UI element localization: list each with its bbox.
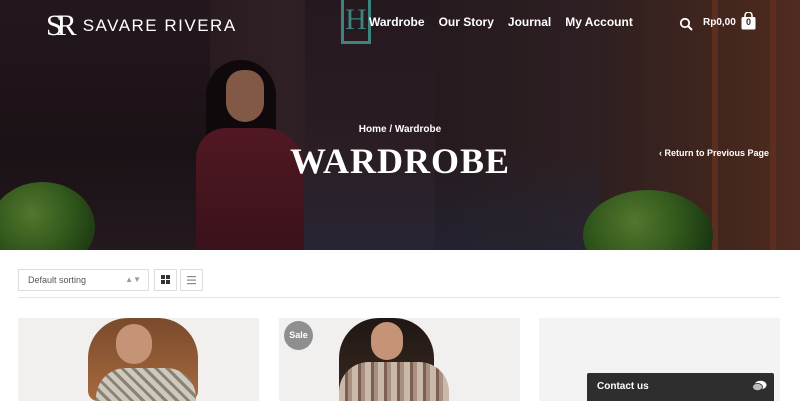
toolbar-divider (18, 297, 780, 298)
product-card[interactable] (18, 318, 259, 401)
logo-monogram: SR (46, 9, 77, 42)
sale-badge: Sale (284, 321, 313, 350)
nav-item-journal[interactable]: Journal (508, 15, 551, 29)
grid-view-button[interactable] (154, 269, 177, 291)
breadcrumb[interactable]: Home / Wardrobe (300, 124, 500, 135)
chevron-updown-icon: ▲▼ (125, 275, 141, 284)
cart-count-badge: 0 (745, 17, 751, 27)
sorting-select-value: Default sorting (28, 275, 87, 285)
cart-total[interactable]: Rp0,00 (703, 17, 736, 28)
nav-item-my-account[interactable]: My Account (565, 15, 633, 29)
contact-us-chat-bar[interactable]: Contact us (587, 373, 774, 401)
logo-brand-name: SAVARE RIVERA (82, 16, 237, 35)
chat-icon[interactable] (752, 380, 767, 392)
nav-item-our-story[interactable]: Our Story (439, 15, 494, 29)
grid-view-icon (161, 275, 170, 284)
list-view-icon (187, 276, 196, 285)
return-to-previous-link[interactable]: ‹ Return to Previous Page (659, 148, 769, 158)
list-view-button[interactable] (180, 269, 203, 291)
sorting-select[interactable]: Default sorting ▲▼ (18, 269, 149, 291)
nav-item-wardrobe[interactable]: Wardrobe (369, 15, 425, 29)
page-title: WARDROBE (289, 141, 511, 181)
search-icon[interactable] (679, 17, 693, 31)
product-card[interactable] (279, 318, 520, 401)
contact-us-label: Contact us (597, 381, 649, 392)
site-logo[interactable]: SR SAVARE RIVERA (46, 8, 237, 44)
main-nav: Wardrobe Our Story Journal My Account (369, 15, 633, 29)
